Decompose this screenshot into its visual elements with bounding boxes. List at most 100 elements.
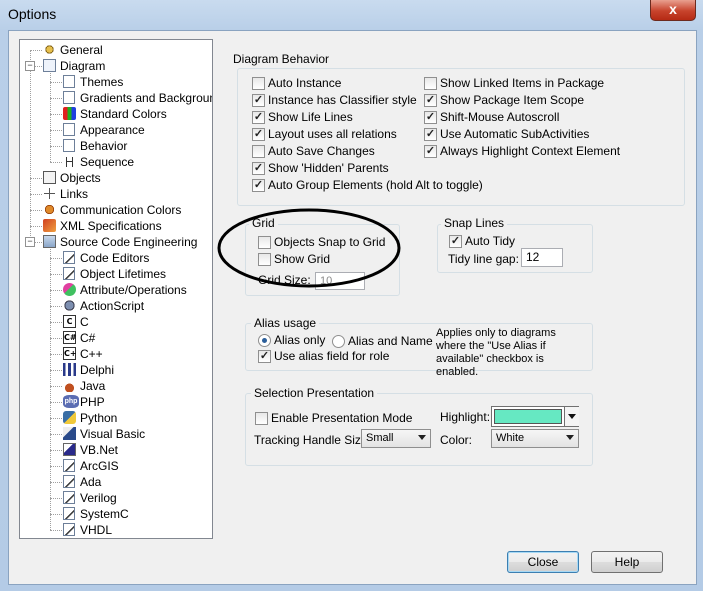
tree-item-label: Appearance: [80, 123, 145, 137]
checkbox-box[interactable]: ✓: [424, 145, 437, 158]
attribute-icon: [63, 283, 76, 296]
tree-item-ada[interactable]: Ada: [20, 474, 210, 490]
tidy-gap-label: Tidy line gap:: [448, 252, 519, 266]
tree-item-label: Diagram: [60, 59, 106, 73]
tree-item-gradients-and-background[interactable]: Gradients and Background: [20, 90, 213, 106]
tree-item-object-lifetimes[interactable]: Object Lifetimes: [20, 266, 210, 282]
checkbox-box[interactable]: ✓: [252, 162, 265, 175]
collapse-icon[interactable]: −: [25, 237, 35, 247]
tree-item-arcgis[interactable]: ArcGIS: [20, 458, 210, 474]
objects-icon: [43, 171, 56, 184]
enable-presentation-box[interactable]: [255, 412, 268, 425]
tree-item-standard-colors[interactable]: Standard Colors: [20, 106, 210, 122]
checkbox-label: Show Life Lines: [268, 110, 353, 124]
tree-item-python[interactable]: Python: [20, 410, 210, 426]
tree-item-behavior[interactable]: Behavior: [20, 138, 210, 154]
window-close-button[interactable]: x: [650, 0, 696, 21]
page-icon: [63, 123, 75, 136]
tree-item-sequence[interactable]: Sequence: [20, 154, 210, 170]
tree-item-communication-colors[interactable]: Communication Colors: [20, 202, 210, 218]
checkbox-box[interactable]: ✓: [424, 94, 437, 107]
tree-item-vb-net[interactable]: VB.Net: [20, 442, 210, 458]
highlight-color-swatch: [494, 409, 562, 424]
alias-only-label: Alias only: [274, 333, 326, 347]
alias-and-name-radio-dot[interactable]: [332, 335, 345, 348]
tree-item-verilog[interactable]: Verilog: [20, 490, 210, 506]
dialog-client: General Diagram Themes Gradients and Backgr…: [8, 30, 697, 585]
tree-item-c[interactable]: C# C#: [20, 330, 210, 346]
tree-item-diagram[interactable]: Diagram: [20, 58, 210, 74]
page-icon: [63, 139, 75, 152]
tree-item-label: XML Specifications: [60, 219, 162, 233]
tree-item-appearance[interactable]: Appearance: [20, 122, 210, 138]
checkbox-box[interactable]: [252, 145, 265, 158]
tree-item-label: Java: [80, 379, 106, 393]
auto-tidy-checkbox-box[interactable]: ✓: [449, 235, 462, 248]
checkbox-label: Use Automatic SubActivities: [440, 127, 590, 141]
checkbox-box[interactable]: ✓: [252, 128, 265, 141]
color-select[interactable]: White: [491, 429, 579, 448]
help-button[interactable]: Help: [591, 551, 663, 573]
tree-item-label: Behavior: [80, 139, 128, 153]
tree-item-visual-basic[interactable]: Visual Basic: [20, 426, 210, 442]
highlight-ellipse-annotation: [217, 208, 401, 288]
checkbox-box[interactable]: [424, 77, 437, 90]
tree-item-label: Gradients and Background: [80, 91, 213, 105]
tree-item-code-editors[interactable]: Code Editors: [20, 250, 210, 266]
page-icon: [63, 75, 75, 88]
c-icon: C: [63, 315, 76, 328]
close-icon: x: [669, 1, 677, 17]
alias-only-radio-dot[interactable]: [258, 334, 271, 347]
highlight-color-picker[interactable]: [491, 406, 579, 427]
python-icon: [63, 411, 76, 424]
tracking-handle-size-select[interactable]: Small: [361, 429, 431, 448]
tree-item-objects[interactable]: Objects: [20, 170, 210, 186]
tree-item-c[interactable]: C+ C++: [20, 346, 210, 362]
diagram-icon: [43, 59, 56, 72]
edit-icon: [63, 475, 75, 488]
checkbox-box[interactable]: ✓: [252, 111, 265, 124]
checkbox-box[interactable]: ✓: [252, 94, 265, 107]
source-code-icon: [43, 235, 56, 248]
tree-item-systemc[interactable]: SystemC: [20, 506, 210, 522]
tree-item-source-code-engineering[interactable]: Source Code Engineering: [20, 234, 210, 250]
checkbox-label: Layout uses all relations: [268, 127, 397, 141]
checkbox-box[interactable]: ✓: [252, 179, 265, 192]
communication-icon: [43, 203, 56, 216]
snap-lines-title: Snap Lines: [441, 216, 508, 230]
checkbox-label: Show 'Hidden' Parents: [268, 161, 389, 175]
tree-item-vhdl[interactable]: VHDL: [20, 522, 210, 538]
checkbox-box[interactable]: ✓: [424, 128, 437, 141]
tree-item-label: C#: [80, 331, 96, 345]
tree-item-attribute-operations[interactable]: Attribute/Operations: [20, 282, 210, 298]
checkbox-label: Show Package Item Scope: [440, 93, 585, 107]
highlight-dropdown-button[interactable]: [564, 407, 579, 426]
use-alias-field-box[interactable]: ✓: [258, 350, 271, 363]
tree-item-c[interactable]: CC: [20, 314, 210, 330]
close-button[interactable]: Close: [507, 551, 579, 573]
tree-item-label: Attribute/Operations: [80, 283, 187, 297]
edit-icon: [63, 267, 75, 280]
collapse-icon[interactable]: −: [25, 61, 35, 71]
options-tree[interactable]: General Diagram Themes Gradients and Backgr…: [19, 39, 213, 539]
tree-item-label: C++: [80, 347, 103, 361]
chevron-down-icon: [418, 435, 426, 440]
tree-item-php[interactable]: php PHP: [20, 394, 210, 410]
tree-item-java[interactable]: Java: [20, 378, 210, 394]
chevron-down-icon: [568, 414, 576, 419]
title-bar[interactable]: Options x: [0, 0, 703, 30]
tree-item-themes[interactable]: Themes: [20, 74, 210, 90]
tree-item-links[interactable]: Links: [20, 186, 210, 202]
links-icon: [43, 187, 56, 200]
auto-tidy-label: Auto Tidy: [465, 234, 516, 248]
tree-item-delphi[interactable]: Delphi: [20, 362, 210, 378]
tidy-gap-input[interactable]: 12: [521, 248, 563, 267]
checkbox-box[interactable]: [252, 77, 265, 90]
tree-item-xml-specifications[interactable]: XML Specifications: [20, 218, 210, 234]
checkbox-box[interactable]: ✓: [424, 111, 437, 124]
tree-item-actionscript[interactable]: ActionScript: [20, 298, 210, 314]
tree-item-label: Standard Colors: [80, 107, 167, 121]
highlight-label: Highlight:: [440, 410, 491, 424]
enable-presentation-label: Enable Presentation Mode: [271, 411, 413, 425]
tree-item-general[interactable]: General: [20, 42, 210, 58]
